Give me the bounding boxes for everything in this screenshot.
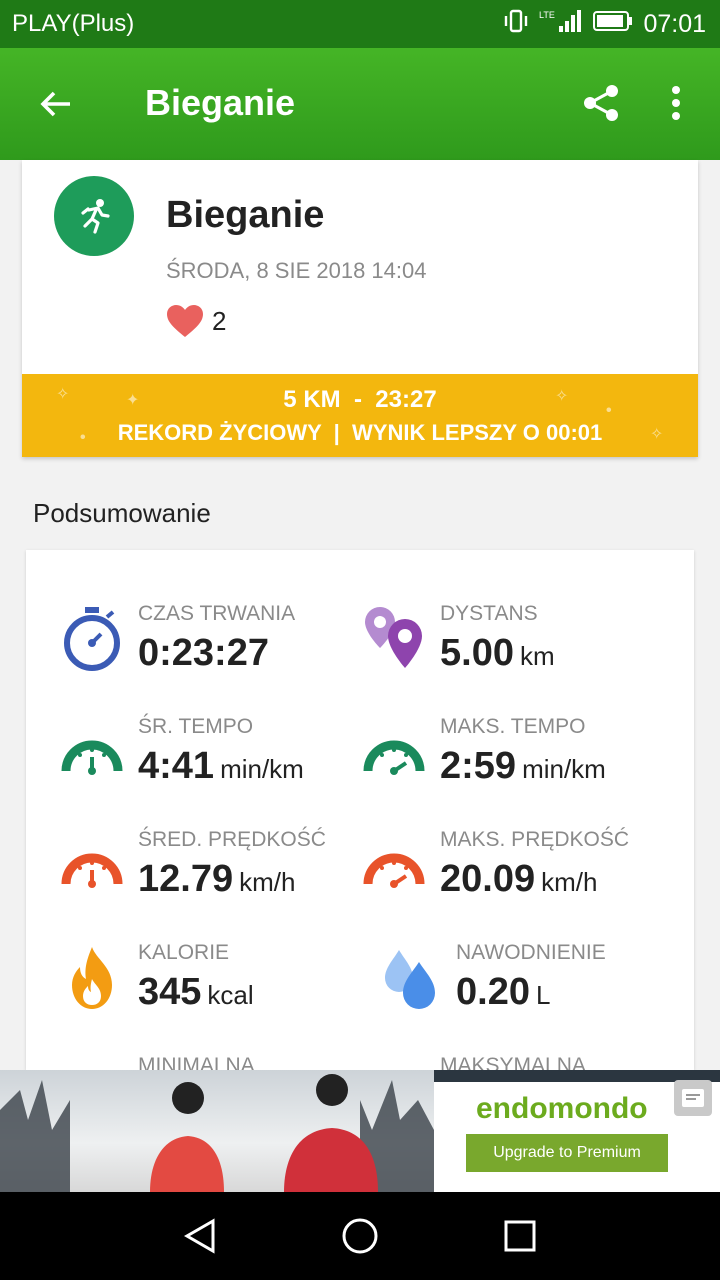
summary-title: Podsumowanie [33,498,211,528]
endomondo-logo: endomondo [476,1092,648,1125]
water-drops-icon [378,943,442,1013]
triangle-back-icon [183,1218,215,1254]
gauge-icon [60,717,124,787]
stat-label: DYSTANS [440,602,538,625]
flame-icon [60,943,124,1013]
stat-label: MAKS. TEMPO [440,715,586,738]
stat-value: 20.09 km/h [440,858,598,900]
ad-photo [0,1070,434,1192]
stat-value: 12.79 km/h [138,858,296,900]
ad-banner[interactable]: endomondo Upgrade to Premium [0,1070,720,1192]
stopwatch-icon [60,604,124,674]
ad-info-button[interactable] [674,1080,712,1116]
stat-label: ŚRED. PRĘDKOŚĆ [138,828,326,851]
share-button[interactable] [576,78,626,128]
stat-label: ŚR. TEMPO [138,715,254,738]
stat-label: KALORIE [138,941,230,964]
stat-hydration: NAWODNIENIE 0.20 L [378,941,678,1041]
stat-max-speed: MAKS. PRĘDKOŚĆ 20.09 km/h [362,828,662,928]
stat-label: NAWODNIENIE [456,941,606,964]
arrow-left-icon [40,91,70,117]
stat-label-min: MINIMALNA [138,1054,255,1070]
upgrade-button[interactable]: Upgrade to Premium [466,1134,668,1172]
back-button[interactable] [30,78,82,130]
map-pin-icon [362,604,426,674]
stat-value: 0:23:27 [138,632,269,674]
status-icons: LTE 07:01 [503,8,706,40]
vibrate-icon [503,8,529,41]
stat-max-pace: MAKS. TEMPO 2:59 min/km [362,715,662,815]
stat-label: MAKS. PRĘDKOŚĆ [440,828,630,851]
ad-info-icon [682,1089,704,1107]
workout-header-card: Bieganie ŚRODA, 8 SIE 2018 14:04 2 ✧ ✦ •… [22,160,698,457]
nav-recents-button[interactable] [494,1210,546,1262]
more-options-button[interactable] [656,78,696,128]
status-bar: PLAY(Plus) LTE 07:01 [0,0,720,48]
stat-label: CZAS TRWANIA [138,602,296,625]
personal-record-banner: ✧ ✦ • ✧ • ✧ 5 KM - 23:27 REKORD ŻYCIOWY … [22,374,698,457]
stat-avg-pace: ŚR. TEMPO 4:41 min/km [60,715,360,815]
square-recents-icon [504,1220,536,1252]
stat-duration: CZAS TRWANIA 0:23:27 [60,602,360,702]
stat-value: 0.20 L [456,971,551,1013]
record-description: REKORD ŻYCIOWY | WYNIK LEPSZY O 00:01 [117,420,603,445]
stat-value: 345 kcal [138,971,254,1013]
system-nav-bar [0,1192,720,1280]
speedometer-icon [60,830,124,900]
running-icon [54,176,134,256]
nav-back-button[interactable] [174,1210,226,1262]
circle-home-icon [342,1218,378,1254]
activity-date: ŚRODA, 8 SIE 2018 14:04 [166,258,427,283]
heart-icon [167,305,203,337]
stat-calories: KALORIE 345 kcal [60,941,360,1041]
carrier-label: PLAY(Plus) [12,10,135,37]
stat-label-max: MAKSYMALNA [440,1054,586,1070]
page-title: Bieganie [145,82,296,123]
speedometer-icon [362,830,426,900]
stat-distance: DYSTANS 5.00 km [362,602,662,702]
share-icon [584,85,618,121]
stat-value: 5.00 km [440,632,555,674]
record-distance-time: 5 KM - 23:27 [283,386,437,413]
gauge-icon [362,717,426,787]
nav-home-button[interactable] [334,1210,386,1262]
signal-icon: LTE [539,8,583,41]
battery-icon [593,10,633,39]
stat-value: 4:41 min/km [138,745,304,787]
app-bar: Bieganie [0,48,720,160]
activity-title: Bieganie [166,194,325,236]
likes-count: 2 [212,305,227,336]
more-vertical-icon [672,86,680,120]
likes[interactable]: 2 [166,304,226,338]
summary-card: CZAS TRWANIA 0:23:27 DYSTANS 5.00 km ŚR. … [26,550,694,1070]
stat-avg-speed: ŚRED. PRĘDKOŚĆ 12.79 km/h [60,828,360,928]
stat-value: 2:59 min/km [440,745,606,787]
svg-text:LTE: LTE [539,10,555,20]
clock: 07:01 [643,9,706,38]
